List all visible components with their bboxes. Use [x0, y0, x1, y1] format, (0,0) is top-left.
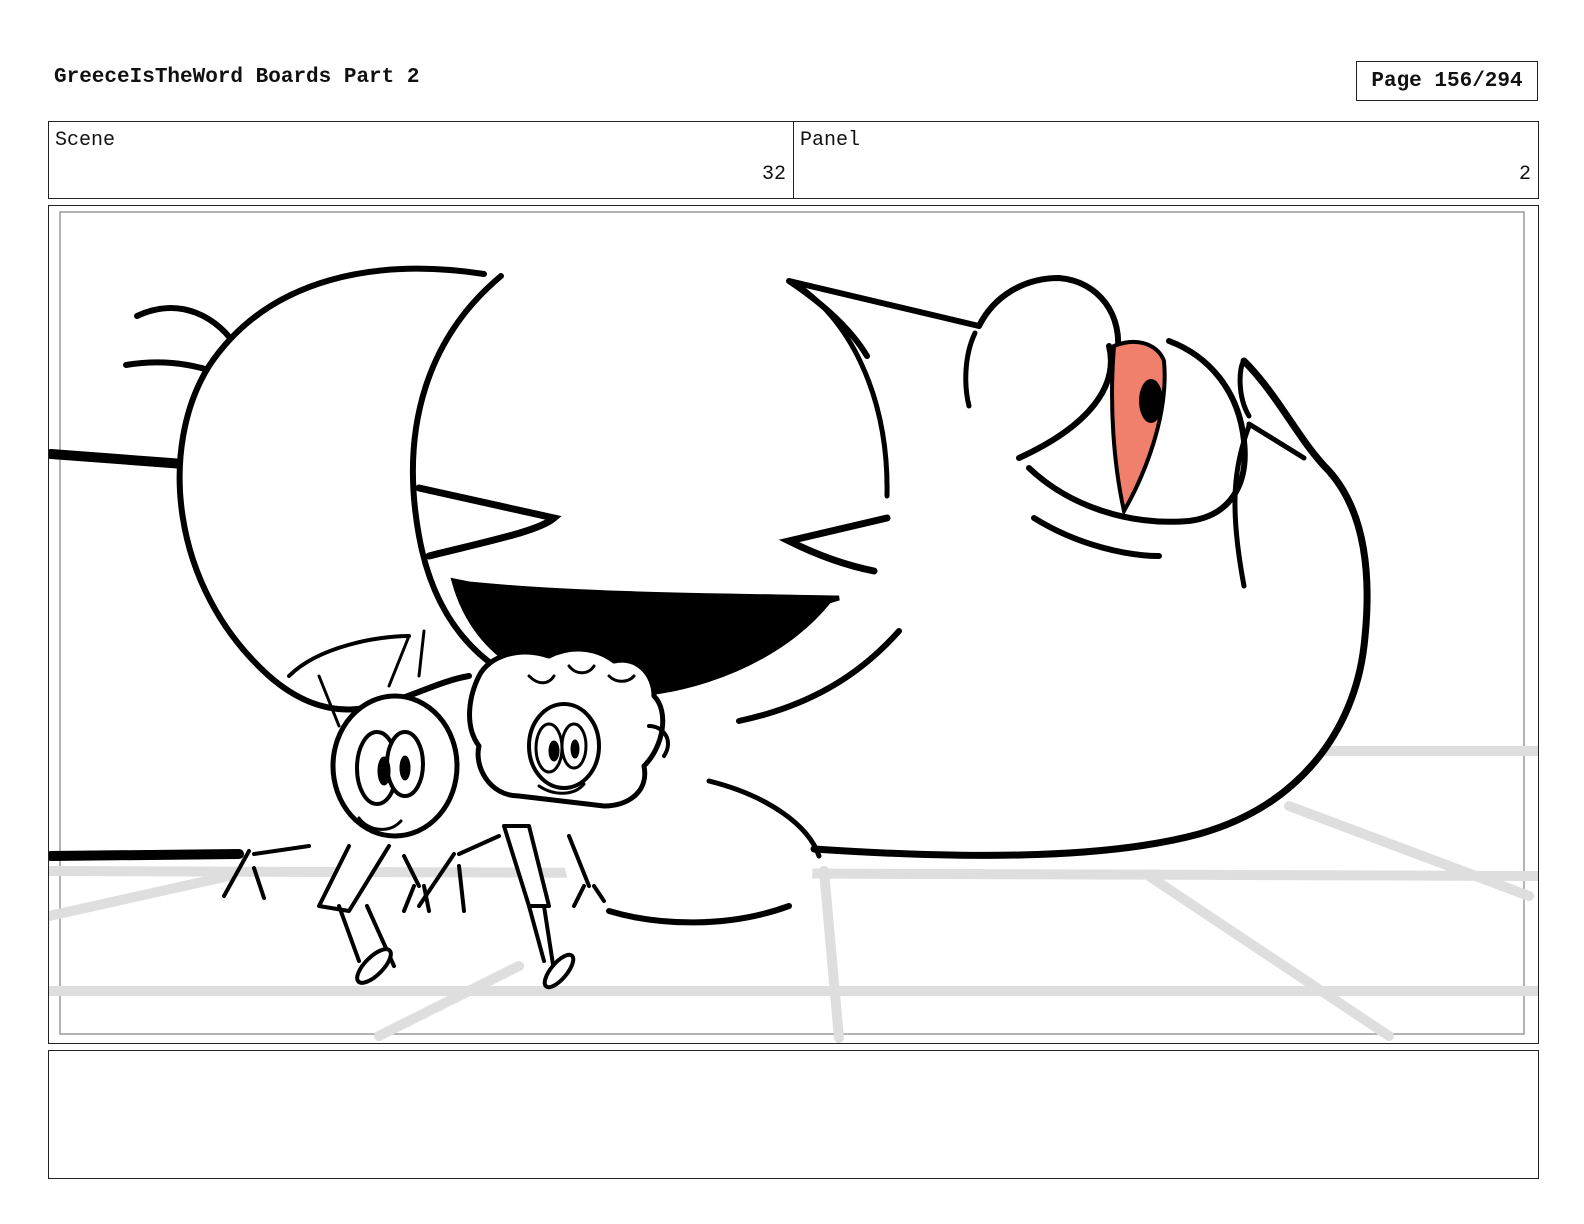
notes-box — [48, 1050, 1539, 1179]
panel-label: Panel — [800, 129, 861, 152]
scene-panel-info: Scene 32 Panel 2 — [48, 121, 1539, 199]
board-title: GreeceIsTheWord Boards Part 2 — [54, 66, 420, 89]
scene-cell: Scene 32 — [49, 122, 793, 198]
scene-value: 32 — [761, 163, 786, 186]
page-number: Page 156/294 — [1356, 61, 1538, 101]
storyboard-drawing — [49, 206, 1538, 1043]
panel-value: 2 — [1518, 163, 1531, 186]
panel-cell: Panel 2 — [793, 122, 1538, 198]
scene-label: Scene — [55, 129, 116, 152]
